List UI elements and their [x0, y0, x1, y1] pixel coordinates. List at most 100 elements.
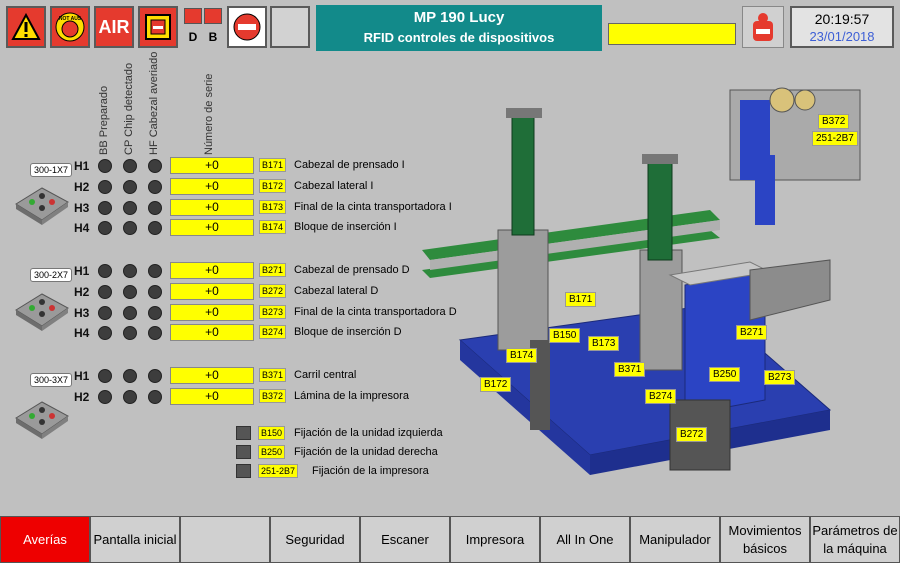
nav-impresora[interactable]: Impresora: [450, 516, 540, 563]
cp-chip-indicator: [123, 221, 137, 235]
serial-number-field: +0: [170, 219, 254, 236]
channel-label: H2: [74, 285, 90, 299]
bb-ready-indicator: [98, 159, 112, 173]
door-button[interactable]: [138, 6, 178, 48]
no-entry-icon: [233, 13, 261, 41]
hf-fault-indicator: [148, 390, 162, 404]
column-header-bb: BB Preparado: [98, 85, 110, 155]
bb-ready-indicator: [98, 369, 112, 383]
sensor-tag: B172: [259, 179, 287, 193]
nav-escaner[interactable]: Escaner: [360, 516, 450, 563]
hf-fault-indicator: [148, 180, 162, 194]
serial-number-field: +0: [170, 178, 254, 195]
nav-all-in-one[interactable]: All In One: [540, 516, 630, 563]
channel-label: H4: [74, 326, 90, 340]
hf-fault-indicator: [148, 221, 162, 235]
bb-ready-indicator: [98, 180, 112, 194]
sensor-tag: B274: [259, 325, 287, 339]
machine-tag: B271: [736, 325, 768, 340]
sensor-tag: B173: [259, 200, 287, 214]
nav-empty[interactable]: [180, 516, 270, 563]
bb-ready-indicator: [98, 285, 112, 299]
channel-label: H3: [74, 201, 90, 215]
hf-fault-indicator: [148, 285, 162, 299]
channel-label: H2: [74, 390, 90, 404]
cp-chip-indicator: [123, 326, 137, 340]
machine-tag: B173: [588, 336, 620, 351]
air-button[interactable]: AIR: [94, 6, 134, 48]
sensor-description: Cabezal lateral D: [294, 285, 379, 297]
clock-time: 20:19:57: [814, 11, 870, 27]
page-subtitle: RFID controles de dispositivos: [363, 30, 555, 45]
hf-fault-indicator: [148, 159, 162, 173]
nav-parametros-maquina[interactable]: Parámetros de la máquina: [810, 516, 900, 563]
machine-tag: B273: [764, 370, 796, 385]
machine-tag: B250: [709, 367, 741, 382]
machine-tag: B274: [645, 389, 677, 404]
device-label: 300-1X7: [30, 163, 72, 177]
fixation-indicator: [236, 426, 251, 440]
door-icon: [145, 14, 171, 40]
serial-number-field: +0: [170, 157, 254, 174]
bb-ready-indicator: [98, 221, 112, 235]
channel-label: H2: [74, 180, 90, 194]
sensor-tag: B273: [259, 305, 287, 319]
emergency-stop-icon: NOT AUS: [55, 12, 85, 42]
warning-button[interactable]: [6, 6, 46, 48]
empty-button[interactable]: [270, 6, 310, 48]
cp-chip-indicator: [123, 180, 137, 194]
hf-fault-indicator: [148, 369, 162, 383]
title-panel: MP 190 Lucy RFID controles de dispositiv…: [316, 5, 602, 51]
rfid-reader-icon: [15, 187, 69, 225]
sensor-description: Cabezal de prensado D: [294, 264, 410, 276]
door-d-indicator: [184, 8, 202, 24]
door-b-label: B: [208, 30, 218, 44]
sensor-tag: B174: [259, 220, 287, 234]
cp-chip-indicator: [123, 264, 137, 278]
channel-label: H3: [74, 306, 90, 320]
emergency-stop-button[interactable]: NOT AUS: [50, 6, 90, 48]
nav-averias[interactable]: Averías: [0, 516, 90, 563]
column-header-hf: HF Cabezal averiado: [148, 51, 160, 155]
fixation-tag: B150: [258, 426, 286, 440]
fixation-indicator: [236, 445, 251, 459]
screen: NOT AUS AIR D B MP 190 Lucy RFID control…: [0, 0, 900, 563]
nav-seguridad[interactable]: Seguridad: [270, 516, 360, 563]
sensor-tag: B171: [259, 158, 287, 172]
svg-text:NOT AUS: NOT AUS: [59, 16, 82, 22]
bb-ready-indicator: [98, 264, 112, 278]
hf-fault-indicator: [148, 306, 162, 320]
serial-number-field: +0: [170, 304, 254, 321]
fixation-tag: 251-2B7: [258, 464, 299, 478]
column-header-serial: Número de serie: [203, 73, 215, 155]
logo: [742, 6, 784, 48]
device-label: 300-2X7: [30, 268, 72, 282]
serial-number-field: +0: [170, 324, 254, 341]
nav-movimientos-basicos[interactable]: Movimientos básicos: [720, 516, 810, 563]
company-logo-icon: [753, 13, 773, 41]
no-entry-button[interactable]: [227, 6, 267, 48]
sensor-tag: B372: [259, 389, 287, 403]
channel-label: H1: [74, 159, 90, 173]
bb-ready-indicator: [98, 306, 112, 320]
machine-tag: B174: [506, 348, 538, 363]
machine-tag: B172: [480, 377, 512, 392]
cp-chip-indicator: [123, 159, 137, 173]
machine-tag: B371: [614, 362, 646, 377]
serial-number-field: +0: [170, 388, 254, 405]
sensor-tag: B271: [259, 263, 287, 277]
hf-fault-indicator: [148, 264, 162, 278]
sensor-description: Carril central: [294, 369, 357, 381]
rfid-reader-icon: [15, 293, 69, 331]
cp-chip-indicator: [123, 285, 137, 299]
machine-tag: B171: [565, 292, 597, 307]
nav-pantalla-inicial[interactable]: Pantalla inicial: [90, 516, 180, 563]
sensor-description: Bloque de inserción I: [294, 221, 397, 233]
machine-tag: B372: [818, 114, 850, 129]
sensor-description: Lámina de la impresora: [294, 390, 409, 402]
serial-number-field: +0: [170, 367, 254, 384]
column-header-cp: CP Chip detectado: [123, 62, 135, 155]
nav-manipulador[interactable]: Manipulador: [630, 516, 720, 563]
clock: 20:19:57 23/01/2018: [790, 6, 894, 48]
door-b-indicator: [204, 8, 222, 24]
